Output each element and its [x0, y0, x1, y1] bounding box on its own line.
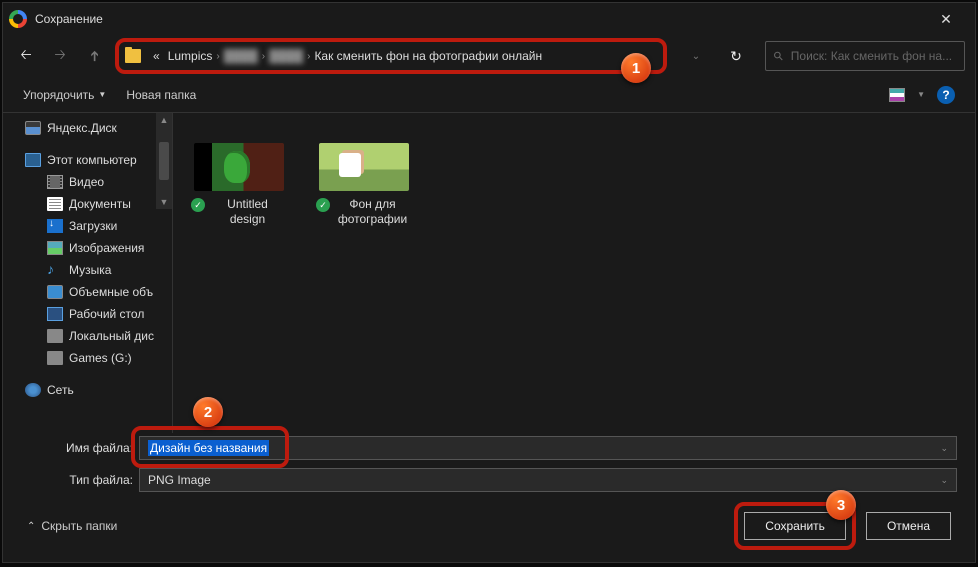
tree-item-3d-objects[interactable]: Объемные объ	[3, 281, 172, 303]
sync-ok-icon: ✓	[191, 198, 205, 212]
history-dropdown[interactable]: ⌄	[683, 43, 709, 69]
breadcrumb-item[interactable]: Как сменить фон на фотографии онлайн	[310, 49, 546, 63]
chrome-icon	[9, 10, 27, 28]
download-icon	[47, 219, 63, 233]
callout-badge-2: 2	[193, 397, 223, 427]
search-input[interactable]: ⚲ Поиск: Как сменить фон на...	[765, 41, 965, 71]
sync-ok-icon: ✓	[316, 198, 330, 212]
back-button[interactable]: 🡠	[13, 43, 39, 69]
video-icon	[47, 175, 63, 189]
tree-item-images[interactable]: Изображения	[3, 237, 172, 259]
callout-badge-1: 1	[621, 53, 651, 83]
organize-button[interactable]: Упорядочить▼	[23, 88, 106, 102]
chevron-down-icon: ▼	[98, 90, 106, 99]
file-thumbnail	[319, 143, 409, 191]
main-area: ▲ ▼ Яндекс.Диск Этот компьютер Видео Док…	[3, 113, 975, 433]
drive-icon	[47, 351, 63, 365]
chevron-down-icon[interactable]: ⌄	[940, 443, 948, 454]
filetype-label: Тип файла:	[21, 473, 139, 487]
filename-label: Имя файла:	[21, 441, 139, 455]
filetype-value: PNG Image	[148, 473, 211, 487]
filename-input[interactable]: Дизайн без названия ⌄	[139, 436, 957, 460]
title-bar: Сохранение ✕	[3, 3, 975, 35]
disk-icon	[25, 121, 41, 135]
filename-value: Дизайн без названия	[148, 440, 269, 456]
network-icon	[25, 383, 41, 397]
scroll-thumb[interactable]	[159, 142, 169, 179]
toolbar: Упорядочить▼ Новая папка ▼ ?	[3, 77, 975, 113]
help-button[interactable]: ?	[937, 86, 955, 104]
cancel-button[interactable]: Отмена	[866, 512, 951, 540]
chevron-up-icon: ⌃	[27, 521, 35, 532]
breadcrumb-prefix: «	[149, 49, 164, 63]
file-name: Фон для фотографии	[334, 197, 411, 227]
tree-item-documents[interactable]: Документы	[3, 193, 172, 215]
filetype-select[interactable]: PNG Image ⌄	[139, 468, 957, 492]
search-placeholder: Поиск: Как сменить фон на...	[791, 49, 952, 63]
file-thumbnail	[194, 143, 284, 191]
file-name: Untitled design	[209, 197, 286, 227]
scroll-up-icon[interactable]: ▲	[156, 113, 172, 126]
close-button[interactable]: ✕	[923, 4, 969, 34]
new-folder-button[interactable]: Новая папка	[126, 88, 196, 102]
document-icon	[47, 197, 63, 211]
address-bar[interactable]: « Lumpics › ████ › ████ › Как сменить фо…	[115, 38, 667, 74]
navigation-row: 🡠 🡢 ➔ « Lumpics › ████ › ████ › Как смен…	[3, 35, 975, 77]
tree-item-downloads[interactable]: Загрузки	[3, 215, 172, 237]
tree-item-this-pc[interactable]: Этот компьютер	[3, 149, 172, 171]
tree-item-videos[interactable]: Видео	[3, 171, 172, 193]
breadcrumb-item[interactable]: Lumpics	[164, 49, 217, 63]
chevron-down-icon: ▼	[917, 90, 925, 99]
view-mode-button[interactable]	[889, 88, 905, 102]
tree-item-desktop[interactable]: Рабочий стол	[3, 303, 172, 325]
hide-folders-button[interactable]: ⌃ Скрыть папки	[27, 519, 117, 533]
cube-icon	[47, 285, 63, 299]
image-icon	[47, 241, 63, 255]
tree-item-network[interactable]: Сеть	[3, 379, 172, 401]
computer-icon	[25, 153, 41, 167]
tree-item-yandex-disk[interactable]: Яндекс.Диск	[3, 117, 172, 139]
refresh-button[interactable]: ↻	[723, 43, 749, 69]
window-title: Сохранение	[35, 12, 103, 26]
tree-item-music[interactable]: ♪Музыка	[3, 259, 172, 281]
breadcrumb-item[interactable]: ████	[265, 49, 307, 63]
tree-item-games-drive[interactable]: Games (G:)	[3, 347, 172, 369]
chevron-down-icon[interactable]: ⌄	[940, 475, 948, 486]
save-dialog: Сохранение ✕ 🡠 🡢 ➔ « Lumpics › ████ › ██…	[2, 2, 976, 563]
tree-item-local-disk[interactable]: Локальный дис	[3, 325, 172, 347]
navigation-tree: ▲ ▼ Яндекс.Диск Этот компьютер Видео Док…	[3, 113, 173, 433]
scroll-down-icon[interactable]: ▼	[156, 196, 172, 209]
breadcrumb-item[interactable]: ████	[220, 49, 262, 63]
save-form: Имя файла: Дизайн без названия ⌄ Тип фай…	[3, 433, 975, 495]
drive-icon	[47, 329, 63, 343]
file-item[interactable]: ✓ Фон для фотографии	[316, 143, 411, 227]
up-button[interactable]: ➔	[81, 43, 107, 69]
music-icon: ♪	[47, 263, 63, 277]
file-item[interactable]: ✓ Untitled design	[191, 143, 286, 227]
scrollbar[interactable]: ▲ ▼	[156, 113, 172, 209]
desktop-icon	[47, 307, 63, 321]
folder-icon	[125, 49, 141, 63]
callout-badge-3: 3	[826, 490, 856, 520]
search-icon: ⚲	[770, 48, 786, 64]
forward-button[interactable]: 🡢	[47, 43, 73, 69]
file-list[interactable]: ✓ Untitled design ✓ Фон для фотографии	[173, 113, 975, 433]
